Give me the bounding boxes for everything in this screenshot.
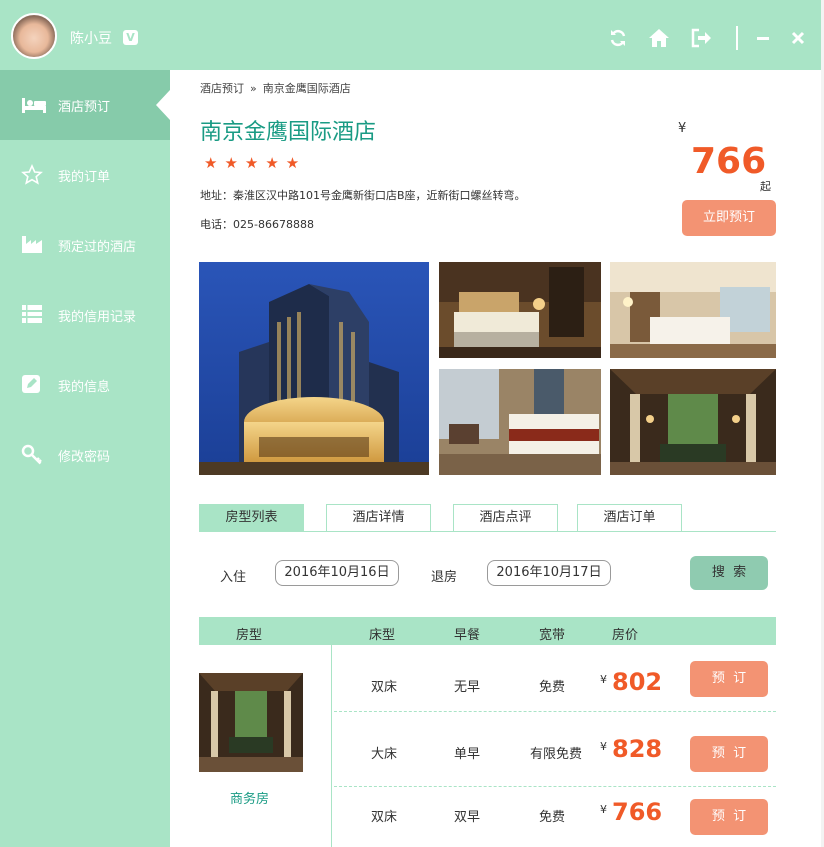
- sidebar-item-change-password[interactable]: 修改密码: [0, 420, 170, 490]
- tab-underline: [199, 531, 776, 532]
- row1-wifi: 免费: [539, 680, 566, 695]
- row3-breakfast: 双早: [454, 810, 481, 825]
- search-button[interactable]: 搜 索: [690, 556, 768, 590]
- tab-hotel-details[interactable]: 酒店详情: [326, 504, 431, 532]
- tab-hotel-reviews[interactable]: 酒店点评: [453, 504, 558, 532]
- sidebar: 酒店预订 我的订单 预定过的酒店 我的信用记录 我的信息 修改密码: [0, 70, 170, 847]
- room-type-name[interactable]: 商务房: [230, 788, 269, 807]
- minimize-icon[interactable]: [752, 27, 774, 49]
- key-icon: [21, 444, 45, 466]
- hotel-name: 南京金鹰国际酒店: [200, 120, 377, 145]
- tab-hotel-orders[interactable]: 酒店订单: [577, 504, 682, 532]
- hotel-room-photo-4[interactable]: [610, 369, 776, 475]
- sidebar-item-label: 修改密码: [58, 450, 111, 465]
- row2-wifi: 有限免费: [530, 747, 583, 762]
- star-rating: ★★★★★: [204, 154, 307, 172]
- refresh-icon[interactable]: [607, 27, 629, 49]
- sidebar-item-label: 酒店预订: [58, 100, 111, 115]
- hotel-room-photo-1[interactable]: [439, 262, 601, 358]
- book-now-button[interactable]: 立即预订: [682, 200, 776, 236]
- price-from: 766: [691, 141, 767, 182]
- sidebar-item-label: 我的订单: [58, 170, 111, 185]
- home-icon[interactable]: [648, 27, 670, 49]
- breadcrumb: 酒店预订 » 南京金鹰国际酒店: [200, 80, 351, 96]
- row2-book-button[interactable]: 预 订: [690, 736, 768, 772]
- header-price: 房价: [612, 628, 639, 643]
- row3-currency: ¥: [600, 803, 607, 816]
- vip-badge: V: [123, 30, 138, 45]
- hotel-phone: 电话：025-86678888: [200, 218, 314, 231]
- currency-symbol: ¥: [678, 121, 687, 136]
- sidebar-item-booked-hotels[interactable]: 预定过的酒店: [0, 210, 170, 280]
- row3-wifi: 免费: [539, 810, 566, 825]
- hotel-address: 地址：秦淮区汉中路101号金鹰新街口店B座，近新街口螺丝转弯。: [200, 189, 526, 202]
- active-indicator: [156, 90, 170, 120]
- room-type-photo[interactable]: [199, 673, 303, 772]
- row-divider: [334, 786, 776, 787]
- header-broadband: 宽带: [539, 628, 566, 643]
- close-icon[interactable]: [787, 27, 809, 49]
- bed-icon: [21, 94, 46, 116]
- checkout-label: 退房: [431, 570, 458, 585]
- hotel-room-photo-2[interactable]: [610, 262, 776, 358]
- user-name[interactable]: 陈小豆: [70, 28, 112, 48]
- breadcrumb-current: 南京金鹰国际酒店: [262, 82, 351, 95]
- checkin-label: 入住: [220, 570, 247, 585]
- row1-breakfast: 无早: [454, 680, 481, 695]
- logout-icon[interactable]: [690, 27, 712, 49]
- row-divider: [334, 711, 776, 712]
- row3-price: 766: [612, 798, 663, 826]
- row2-price: 828: [612, 735, 663, 763]
- sidebar-item-label: 我的信息: [58, 380, 111, 395]
- sidebar-item-label: 我的信用记录: [58, 310, 137, 325]
- row1-currency: ¥: [600, 673, 607, 686]
- sidebar-item-credit-record[interactable]: 我的信用记录: [0, 280, 170, 350]
- hotel-exterior-photo[interactable]: [199, 262, 429, 475]
- edit-icon: [21, 374, 45, 396]
- title-bar: 陈小豆 V: [0, 0, 821, 70]
- sidebar-item-label: 预定过的酒店: [58, 240, 137, 255]
- list-icon: [21, 304, 45, 326]
- sidebar-item-my-orders[interactable]: 我的订单: [0, 140, 170, 210]
- checkin-date-field[interactable]: 2016年10月16日: [275, 560, 399, 586]
- header-room-type: 房型: [236, 628, 263, 643]
- star-icon: [21, 164, 45, 186]
- breadcrumb-separator: »: [250, 82, 257, 95]
- row2-breakfast: 单早: [454, 747, 481, 762]
- sidebar-item-hotel-booking[interactable]: 酒店预订: [0, 70, 170, 140]
- row3-book-button[interactable]: 预 订: [690, 799, 768, 835]
- row2-currency: ¥: [600, 740, 607, 753]
- breadcrumb-parent[interactable]: 酒店预订: [200, 82, 244, 95]
- tab-room-list[interactable]: 房型列表: [199, 504, 304, 532]
- checkout-date-field[interactable]: 2016年10月17日: [487, 560, 611, 586]
- hotel-room-photo-3[interactable]: [439, 369, 601, 475]
- factory-icon: [21, 234, 45, 256]
- row3-bed: 双床: [371, 810, 398, 825]
- header-breakfast: 早餐: [454, 628, 481, 643]
- header-bed-type: 床型: [369, 628, 396, 643]
- table-column-divider: [331, 645, 332, 847]
- row2-bed: 大床: [371, 747, 398, 762]
- toolbar-divider: [736, 26, 738, 50]
- row1-price: 802: [612, 668, 663, 696]
- sidebar-item-my-info[interactable]: 我的信息: [0, 350, 170, 420]
- room-table-header: 房型 床型 早餐 宽带 房价: [199, 617, 776, 645]
- row1-book-button[interactable]: 预 订: [690, 661, 768, 697]
- row1-bed: 双床: [371, 680, 398, 695]
- avatar[interactable]: [11, 13, 57, 59]
- price-suffix: 起: [760, 180, 771, 193]
